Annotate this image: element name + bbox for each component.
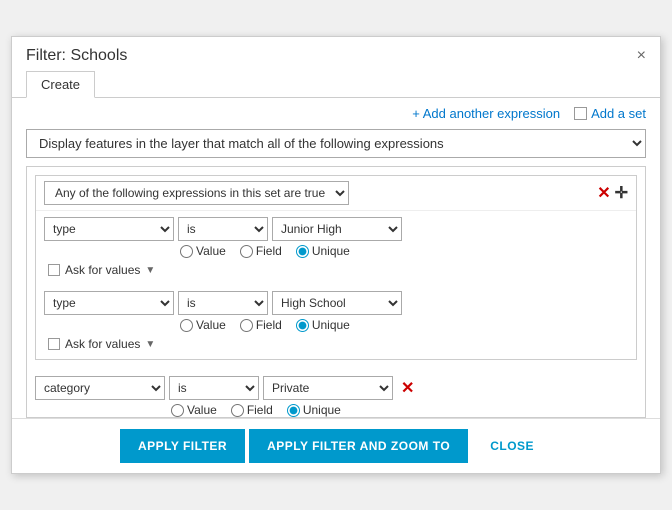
main-expression-dropdown[interactable]: Display features in the layer that match… xyxy=(26,129,646,158)
set1-expr2-radio-row: Value Field Unique xyxy=(44,315,628,335)
set-header-1: Any of the following expressions in this… xyxy=(36,176,636,211)
set1-expr1-ask-label: Ask for values xyxy=(65,263,140,277)
set1-expr1-ask-checkbox[interactable] xyxy=(48,264,60,276)
dialog-title: Filter: Schools xyxy=(26,47,127,65)
set1-expr1-field-select[interactable]: type xyxy=(44,217,174,241)
filter-area[interactable]: Any of the following expressions in this… xyxy=(26,166,646,418)
set1-expr1-radio-field[interactable]: Field xyxy=(240,244,282,258)
filter-dialog: Filter: Schools × Create + Add another e… xyxy=(11,36,661,474)
set1-expr1-value-select[interactable]: Junior High xyxy=(272,217,402,241)
set1-expr2-ask-label: Ask for values xyxy=(65,337,140,351)
outer-expr-radio-field[interactable]: Field xyxy=(231,403,273,417)
tabs-row: Create xyxy=(12,71,660,98)
apply-filter-button[interactable]: APPLY FILTER xyxy=(120,429,245,463)
set1-expr2-op-select[interactable]: is xyxy=(178,291,268,315)
set-icons: ✕ ✛ xyxy=(597,183,628,203)
set1-expr2-ask-row: Ask for values ▼ xyxy=(44,335,628,357)
set1-expr1-radio-row: Value Field Unique xyxy=(44,241,628,261)
outer-expr-radio-unique[interactable]: Unique xyxy=(287,403,341,417)
add-set-button[interactable]: Add a set xyxy=(574,106,646,121)
dialog-titlebar: Filter: Schools × xyxy=(12,37,660,71)
outer-expr-field-select[interactable]: category xyxy=(35,376,165,400)
set-delete-icon[interactable]: ✕ xyxy=(597,183,610,203)
outer-expr-value-select[interactable]: Private xyxy=(263,376,393,400)
set1-expr2-row: type is High School Value Field xyxy=(36,285,636,359)
footer-row: APPLY FILTER APPLY FILTER AND ZOOM TO CL… xyxy=(12,418,660,473)
set1-expr1-radio-unique[interactable]: Unique xyxy=(296,244,350,258)
set1-expr1-ask-chevron-icon[interactable]: ▼ xyxy=(145,265,155,276)
set1-expr2-ask-checkbox[interactable] xyxy=(48,338,60,350)
close-button[interactable]: CLOSE xyxy=(472,429,552,463)
set-move-icon[interactable]: ✛ xyxy=(615,183,628,203)
set-condition-dropdown[interactable]: Any of the following expressions in this… xyxy=(44,181,349,205)
set1-expr1-ask-row: Ask for values ▼ xyxy=(44,261,628,283)
outer-expr-radio-row: Value Field Unique xyxy=(35,400,637,418)
set-block-1: Any of the following expressions in this… xyxy=(35,175,637,360)
add-set-checkbox-icon xyxy=(574,107,587,120)
set1-expr1-inputs: type is Junior High xyxy=(44,217,628,241)
toolbar-row: + Add another expression Add a set xyxy=(12,98,660,125)
set1-expr2-inputs: type is High School xyxy=(44,291,628,315)
dialog-close-x-button[interactable]: × xyxy=(637,48,646,64)
set1-expr2-ask-chevron-icon[interactable]: ▼ xyxy=(145,339,155,350)
set1-expr2-radio-field[interactable]: Field xyxy=(240,318,282,332)
set1-expr2-radio-value[interactable]: Value xyxy=(180,318,226,332)
set1-expr2-field-select[interactable]: type xyxy=(44,291,174,315)
add-expression-button[interactable]: + Add another expression xyxy=(412,106,560,121)
outer-expr-radio-value[interactable]: Value xyxy=(171,403,217,417)
outer-expr-inputs-row: category is Private ✕ xyxy=(35,376,637,400)
set1-expr1-op-select[interactable]: is xyxy=(178,217,268,241)
set1-expr2-value-select[interactable]: High School xyxy=(272,291,402,315)
outer-expr-op-select[interactable]: is xyxy=(169,376,259,400)
set1-expr1-radio-value[interactable]: Value xyxy=(180,244,226,258)
main-dropdown-row: Display features in the layer that match… xyxy=(12,125,660,166)
apply-filter-zoom-button[interactable]: APPLY FILTER AND ZOOM TO xyxy=(249,429,468,463)
set1-expr2-radio-unique[interactable]: Unique xyxy=(296,318,350,332)
outer-expr-block: category is Private ✕ Value Field U xyxy=(27,368,645,418)
outer-expr-delete-icon[interactable]: ✕ xyxy=(401,378,414,398)
set1-expr1-row: type is Junior High Value Field xyxy=(36,211,636,285)
tab-create[interactable]: Create xyxy=(26,71,95,98)
